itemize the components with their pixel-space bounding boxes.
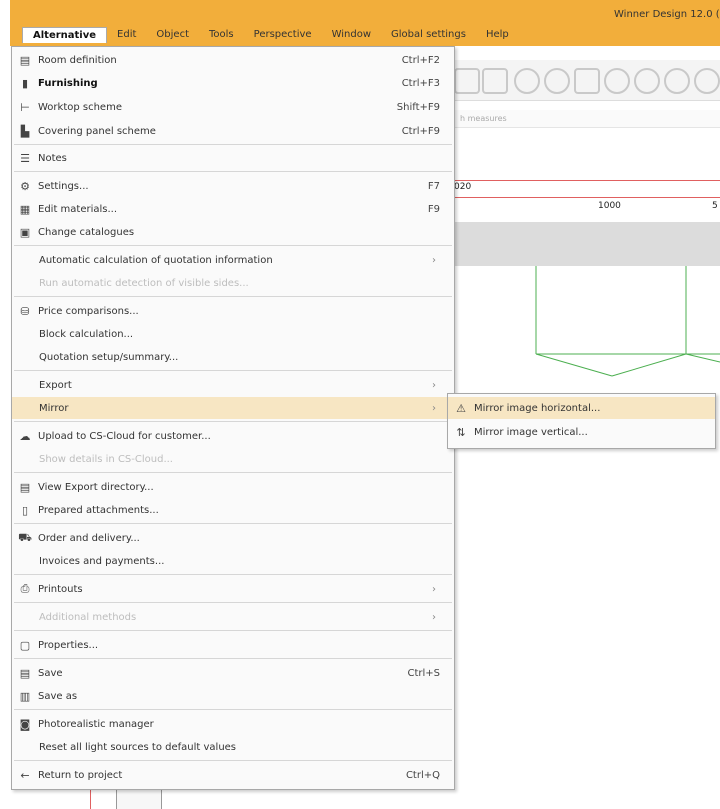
toolbar bbox=[452, 60, 720, 101]
toolbar-icon[interactable] bbox=[514, 68, 540, 94]
menu-alternative[interactable]: Alternative bbox=[22, 27, 108, 43]
menu-item-printouts[interactable]: ⎙ Printouts › bbox=[12, 578, 454, 600]
menu-item-settings[interactable]: ⚙ Settings... F7 bbox=[12, 175, 454, 197]
menu-item-price-comparisons[interactable]: ⛁ Price comparisons... bbox=[12, 300, 454, 322]
menu-item-order-delivery[interactable]: ⛟ Order and delivery... bbox=[12, 527, 454, 549]
printer-icon: ⎙ bbox=[20, 582, 30, 595]
menu-perspective[interactable]: Perspective bbox=[244, 27, 322, 43]
ruler-label: 020 bbox=[454, 182, 472, 192]
menu-item-prepared-attachments[interactable]: ▯ Prepared attachments... bbox=[12, 499, 454, 521]
save-icon: ▤ bbox=[19, 666, 31, 680]
save-as-icon: ▥ bbox=[19, 689, 31, 703]
menu-item-upload-cs-cloud[interactable]: ☁ Upload to CS-Cloud for customer... bbox=[12, 425, 454, 447]
menu-window[interactable]: Window bbox=[322, 27, 381, 43]
toolbar-icon[interactable] bbox=[574, 68, 600, 94]
ruler: 020 1000 5 bbox=[452, 175, 720, 215]
title-bar: Winner Design 12.0 (3 Alternative Edit O… bbox=[10, 0, 720, 46]
chevron-right-icon: › bbox=[432, 583, 436, 595]
menu-item-change-catalogues[interactable]: ▣ Change catalogues bbox=[12, 221, 454, 243]
menu-object[interactable]: Object bbox=[146, 27, 199, 43]
ruler-label: 5 bbox=[712, 201, 718, 211]
menu-item-export[interactable]: Export › bbox=[12, 374, 454, 396]
menu-item-mirror-horizontal[interactable]: ⚠ Mirror image horizontal... bbox=[448, 397, 715, 419]
properties-icon: ▢ bbox=[19, 638, 31, 652]
toolbar-icon[interactable] bbox=[454, 68, 480, 94]
menu-item-covering-panel-scheme[interactable]: ▙ Covering panel scheme Ctrl+F9 bbox=[12, 120, 454, 142]
chevron-right-icon: › bbox=[432, 611, 436, 623]
menu-item-edit-materials[interactable]: ▦ Edit materials... F9 bbox=[12, 198, 454, 220]
menu-item-mirror-vertical[interactable]: ⇅ Mirror image vertical... bbox=[448, 421, 715, 443]
notes-icon: ☰ bbox=[20, 151, 30, 165]
menu-item-room-definition[interactable]: ▤ Room definition Ctrl+F2 bbox=[12, 49, 454, 71]
canvas-band bbox=[452, 222, 720, 266]
menu-item-notes[interactable]: ☰ Notes bbox=[12, 147, 454, 169]
menu-help[interactable]: Help bbox=[476, 27, 519, 43]
room-icon: ▤ bbox=[19, 53, 31, 67]
cloud-icon: ☁ bbox=[19, 429, 31, 443]
settings-icon: ⚙ bbox=[20, 179, 30, 193]
toolbar-icon[interactable] bbox=[664, 68, 690, 94]
alternative-menu: ▤ Room definition Ctrl+F2 ▮ Furnishing C… bbox=[11, 46, 455, 790]
menu-item-mirror[interactable]: Mirror › bbox=[12, 397, 454, 419]
menu-item-block-calculation[interactable]: Block calculation... bbox=[12, 323, 454, 345]
catalogue-icon: ▣ bbox=[19, 225, 31, 239]
menu-item-worktop-scheme[interactable]: ⊢ Worktop scheme Shift+F9 bbox=[12, 96, 454, 118]
ruler-label: 1000 bbox=[598, 201, 621, 211]
menu-item-additional-methods: Additional methods › bbox=[12, 606, 454, 628]
order-icon: ⛟ bbox=[18, 530, 32, 544]
mirror-submenu: ⚠ Mirror image horizontal... ⇅ Mirror im… bbox=[447, 393, 716, 449]
menu-edit[interactable]: Edit bbox=[107, 27, 146, 43]
app-title: Winner Design 12.0 (3 bbox=[614, 9, 720, 20]
furnishing-icon: ▮ bbox=[21, 76, 29, 90]
menu-item-photorealistic-manager[interactable]: ◙ Photorealistic manager bbox=[12, 713, 454, 735]
toolbar-icon[interactable] bbox=[544, 68, 570, 94]
menu-item-quotation-setup[interactable]: Quotation setup/summary... bbox=[12, 346, 454, 368]
menu-bar: Alternative Edit Object Tools Perspectiv… bbox=[22, 27, 519, 43]
materials-icon: ▦ bbox=[19, 202, 31, 216]
toolbar-icon[interactable] bbox=[604, 68, 630, 94]
search-field[interactable]: h measures bbox=[452, 110, 720, 128]
toolbar-icon[interactable] bbox=[634, 68, 660, 94]
mirror-vertical-icon: ⇅ bbox=[456, 425, 466, 439]
directory-icon: ▤ bbox=[19, 480, 31, 494]
floorplan-drawing bbox=[535, 266, 720, 377]
return-arrow-icon: ← bbox=[20, 768, 30, 782]
chevron-right-icon: › bbox=[432, 379, 436, 391]
menu-item-reset-light-sources[interactable]: Reset all light sources to default value… bbox=[12, 736, 454, 758]
menu-tools[interactable]: Tools bbox=[199, 27, 244, 43]
photo-icon: ◙ bbox=[19, 717, 31, 731]
toolbar-icon[interactable] bbox=[694, 68, 720, 94]
menu-item-show-details-cs-cloud: Show details in CS-Cloud... bbox=[39, 453, 173, 465]
toolbar-icon[interactable] bbox=[482, 68, 508, 94]
menu-item-return-to-project[interactable]: ← Return to project Ctrl+Q bbox=[12, 764, 454, 786]
menu-global-settings[interactable]: Global settings bbox=[381, 27, 476, 43]
worktop-icon: ⊢ bbox=[20, 100, 30, 114]
menu-item-automatic-calculation[interactable]: Automatic calculation of quotation infor… bbox=[12, 249, 454, 271]
menu-item-visible-sides: Run automatic detection of visible sides… bbox=[39, 277, 249, 289]
menu-item-properties[interactable]: ▢ Properties... bbox=[12, 634, 454, 656]
menu-item-save[interactable]: ▤ Save Ctrl+S bbox=[12, 662, 454, 684]
price-icon: ⛁ bbox=[20, 304, 30, 318]
menu-item-save-as[interactable]: ▥ Save as bbox=[12, 685, 454, 707]
menu-item-furnishing[interactable]: ▮ Furnishing Ctrl+F3 bbox=[12, 72, 454, 94]
menu-item-invoices-payments[interactable]: Invoices and payments... bbox=[12, 550, 454, 572]
mirror-horizontal-icon: ⚠ bbox=[456, 401, 466, 415]
chevron-right-icon: › bbox=[432, 254, 436, 266]
panel-icon: ▙ bbox=[20, 124, 30, 138]
attachment-icon: ▯ bbox=[21, 503, 29, 517]
menu-item-view-export-directory[interactable]: ▤ View Export directory... bbox=[12, 476, 454, 498]
